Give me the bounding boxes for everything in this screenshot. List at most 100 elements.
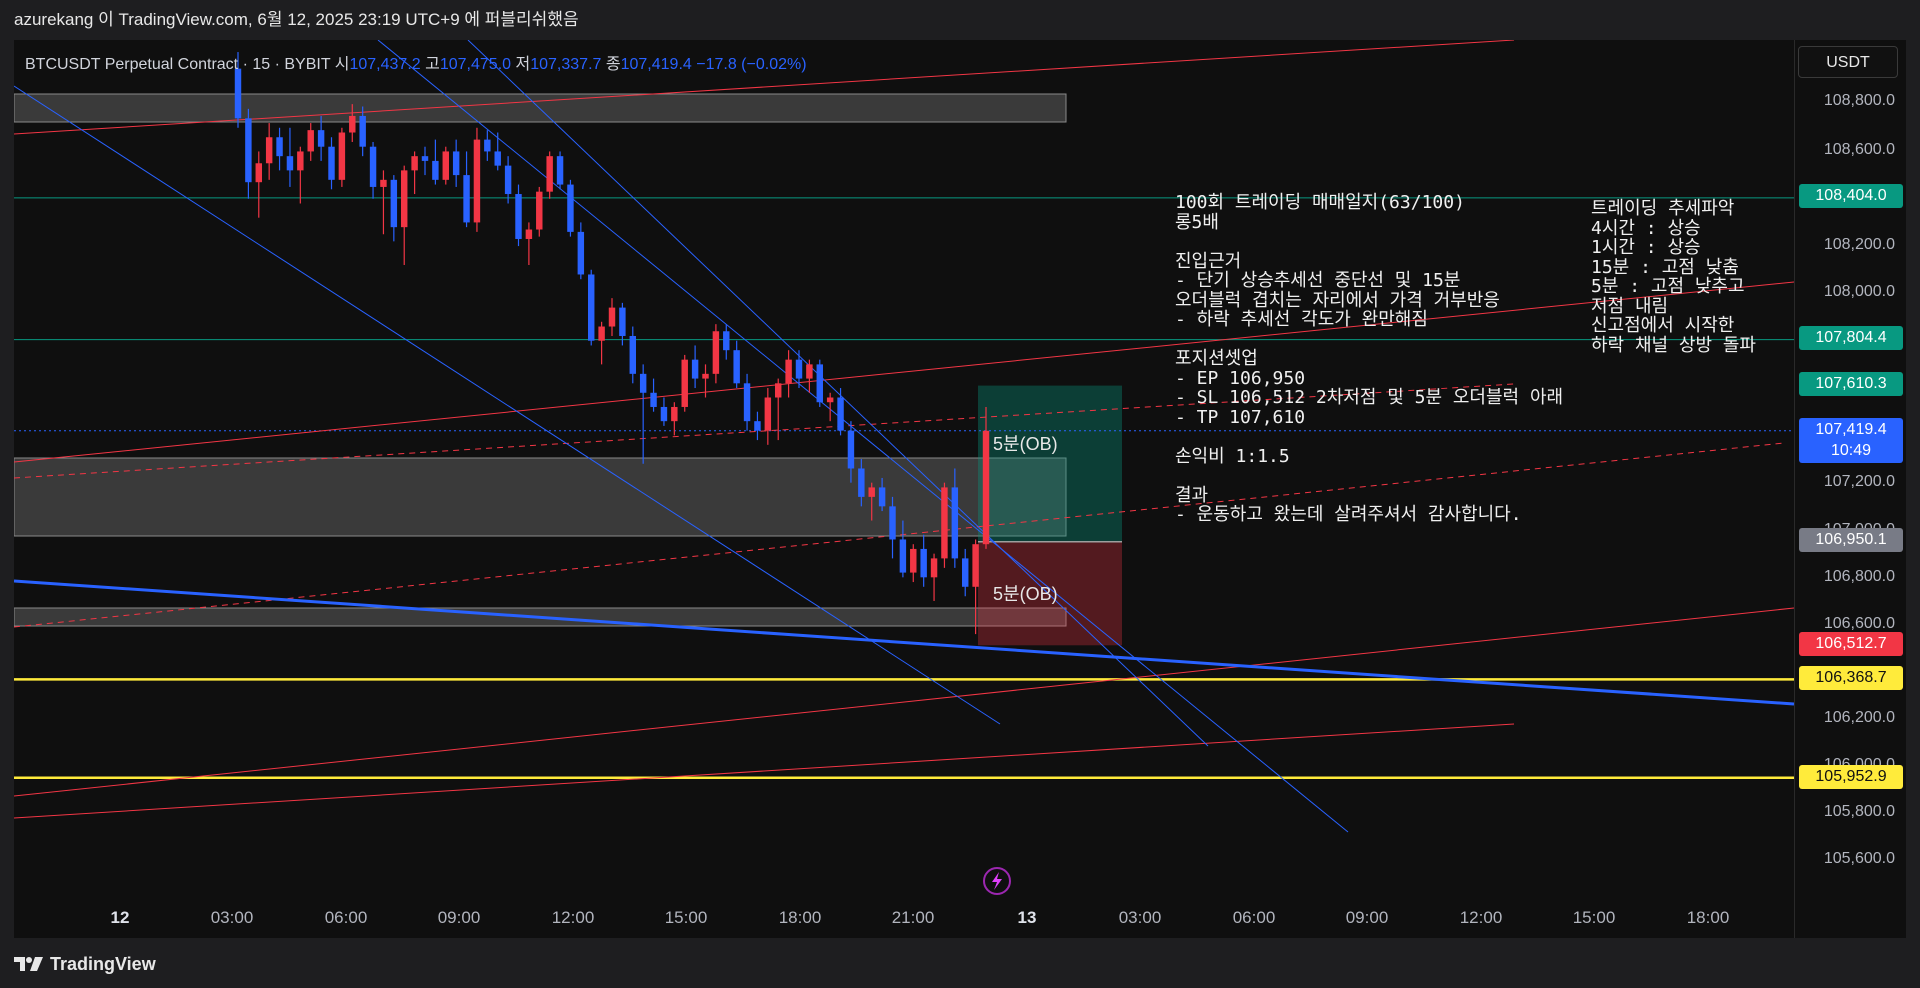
candle-body — [567, 184, 574, 232]
candle-body — [899, 539, 907, 573]
price-tick: 106,800.0 — [1823, 568, 1895, 585]
candle-body — [234, 68, 242, 119]
price-tag-level-108404[interactable]: 108,404.0 — [1799, 184, 1903, 208]
candle-body — [671, 406, 678, 422]
price-axis[interactable]: 108,800.0 108,600.0 108,200.0 108,000.0 … — [1794, 40, 1906, 938]
position-profit-zone — [978, 385, 1122, 542]
price-tick: 105,800.0 — [1823, 803, 1895, 820]
candle-body — [972, 544, 979, 587]
candle-body — [847, 430, 855, 469]
tradingview-logo-icon — [14, 957, 43, 971]
candle-body — [712, 331, 720, 374]
candle-body — [639, 373, 647, 393]
candle-body — [878, 487, 886, 507]
time-label: 12:00 — [1459, 908, 1503, 927]
price-tag-level-107804[interactable]: 107,804.4 — [1799, 326, 1903, 350]
time-label: 03:00 — [210, 908, 254, 927]
candle-body — [338, 132, 346, 180]
time-axis[interactable]: 12 03:00 06:00 09:00 12:00 15:00 18:00 2… — [14, 898, 1794, 938]
candle-body — [660, 406, 668, 422]
candle-body — [328, 146, 335, 180]
order-block-label-lower[interactable]: 5분(OB) — [993, 580, 1058, 606]
high-value: 107,475.0 — [439, 56, 512, 73]
candle-body — [982, 430, 990, 545]
candle-body — [536, 191, 543, 230]
candle-body — [691, 359, 699, 379]
candle-body — [650, 392, 657, 407]
lightning-bolt-icon[interactable] — [982, 866, 1012, 896]
candle-body — [452, 151, 460, 176]
order-block-zone — [14, 93, 1067, 123]
candle-body — [743, 383, 751, 422]
candle-body — [816, 364, 823, 403]
candle-body — [473, 139, 481, 223]
candle-body — [297, 151, 304, 171]
footer: TradingView — [0, 938, 1920, 988]
symbol-legend[interactable]: BTCUSDT Perpetual Contract · 15 · BYBIT … — [25, 50, 807, 74]
candle-body — [515, 194, 522, 239]
trading-journal-note[interactable]: 100회 트레이딩 매매일지(63/100) 롱5배 진입근거 - 단기 상승추… — [1175, 193, 1563, 525]
time-label: 15:00 — [1572, 908, 1616, 927]
candle-body — [826, 397, 834, 403]
time-label: 18:00 — [778, 908, 822, 927]
candle-body — [317, 130, 325, 147]
candle-body — [245, 118, 252, 183]
price-tag-yellow-low[interactable]: 105,952.9 — [1799, 765, 1903, 789]
currency-button[interactable]: USDT — [1798, 46, 1898, 78]
order-block-zone — [14, 457, 1067, 537]
candle-body — [930, 558, 938, 578]
candle-body — [286, 156, 294, 171]
trend-analysis-note[interactable]: 트레이딩 추세파악 4시간 : 상승 1시간 : 상승 15분 : 고점 낮춤 … — [1591, 199, 1756, 355]
candle-body — [401, 170, 408, 228]
time-label: 21:00 — [891, 908, 935, 927]
candle-body — [910, 548, 917, 573]
candle-body — [858, 468, 865, 497]
chart-area[interactable]: BTCUSDT Perpetual Contract · 15 · BYBIT … — [14, 40, 1906, 938]
candle-body — [920, 548, 927, 578]
current-price-tag[interactable]: 107,419.4 10:49 — [1799, 418, 1903, 463]
tradingview-logo[interactable]: TradingView — [14, 952, 156, 976]
low-label: 저 — [515, 56, 531, 73]
price-tag-target[interactable]: 107,610.3 — [1799, 372, 1903, 396]
candle-body — [442, 151, 449, 180]
time-label: 03:00 — [1118, 908, 1162, 927]
open-value: 107,437.2 — [349, 56, 421, 73]
candle-body — [369, 146, 377, 187]
open-label: 시 — [334, 56, 350, 73]
symbol-name[interactable]: BTCUSDT Perpetual Contract · 15 · BYBIT — [25, 56, 330, 73]
time-label: 06:00 — [1232, 908, 1276, 927]
price-tag-yellow-high[interactable]: 106,368.7 — [1799, 666, 1903, 690]
close-label: 종 — [605, 56, 621, 73]
candle-body — [484, 139, 491, 152]
candle-body — [951, 487, 959, 559]
candle-body — [265, 137, 273, 164]
candle-body — [733, 350, 740, 384]
footer-brand: TradingView — [50, 953, 156, 974]
time-label: 06:00 — [324, 908, 368, 927]
candle-body — [546, 156, 553, 192]
candle-body — [702, 373, 709, 379]
high-label: 고 — [425, 56, 440, 73]
trend-line — [14, 579, 1794, 706]
candle-body — [411, 156, 418, 171]
low-value: 107,337.7 — [530, 56, 602, 73]
candle-body — [806, 364, 813, 379]
candle-body — [754, 421, 761, 431]
candle-body — [598, 326, 605, 341]
candle-body — [349, 115, 356, 133]
candle-body — [359, 115, 366, 147]
candle-body — [432, 160, 439, 180]
candle-body — [795, 359, 803, 379]
time-label: 13 — [1017, 908, 1037, 927]
candle-body — [785, 359, 792, 384]
candle-body — [307, 130, 314, 152]
candle-body — [962, 558, 969, 587]
candle-body — [868, 487, 875, 497]
candle-body — [577, 231, 585, 275]
candle-body — [588, 274, 595, 341]
price-tag-entry[interactable]: 106,950.1 — [1799, 528, 1903, 552]
candle-body — [504, 165, 512, 195]
price-tag-stop[interactable]: 106,512.7 — [1799, 632, 1903, 656]
trend-line — [14, 723, 1515, 819]
order-block-label-upper[interactable]: 5분(OB) — [993, 430, 1058, 456]
